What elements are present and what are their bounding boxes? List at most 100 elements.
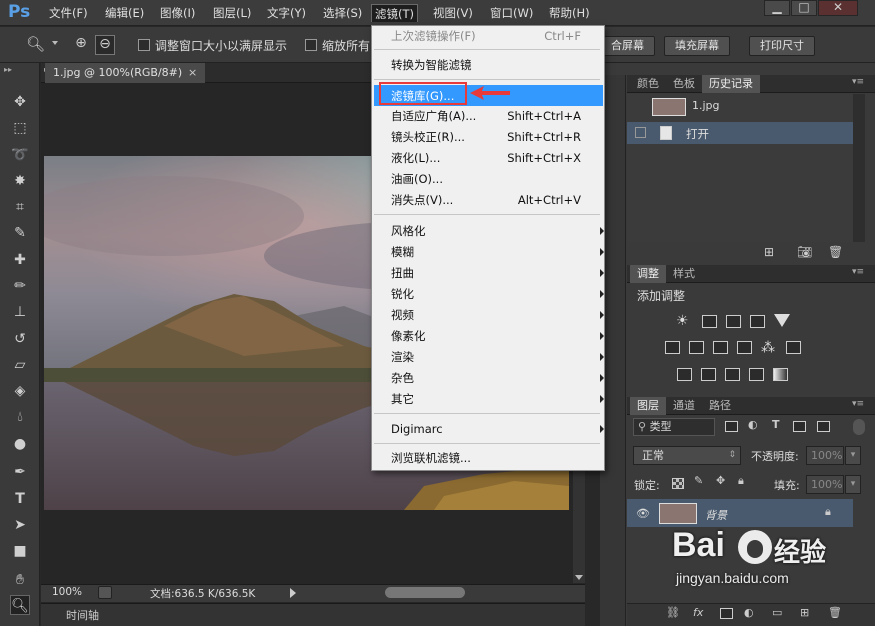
- history-scrollbar[interactable]: [853, 94, 865, 242]
- magic-wand-tool-icon[interactable]: ✸: [10, 171, 30, 191]
- maximize-button[interactable]: □: [791, 0, 817, 16]
- dodge-tool-icon[interactable]: ●: [10, 434, 30, 454]
- lock-pixels-icon[interactable]: ✎: [694, 474, 703, 487]
- tab-color[interactable]: 颜色: [630, 75, 666, 93]
- menu-edit[interactable]: 编辑(E): [102, 4, 147, 22]
- zoom-tool-icon[interactable]: 🔍︎: [26, 35, 45, 53]
- zoom-in-icon[interactable]: ⊕: [71, 35, 91, 55]
- print-size-button[interactable]: 打印尺寸: [749, 36, 815, 56]
- zoom-out-icon[interactable]: ⊖: [95, 35, 115, 55]
- menu-item-convert-smart[interactable]: 转换为智能滤镜: [391, 55, 597, 75]
- brush-tool-icon[interactable]: ✏: [10, 276, 30, 296]
- snapshot-camera-icon[interactable]: 📷︎: [797, 245, 812, 259]
- scroll-down-arrow-icon[interactable]: [575, 575, 583, 580]
- threshold-icon[interactable]: [725, 368, 740, 381]
- menu-item-browse-online[interactable]: 浏览联机滤镜...: [391, 448, 597, 468]
- close-tab-icon[interactable]: ×: [188, 63, 197, 83]
- tab-history[interactable]: 历史记录: [702, 75, 760, 93]
- selective-color-icon[interactable]: [749, 368, 764, 381]
- submenu-distort[interactable]: 扭曲: [391, 263, 604, 283]
- menu-help[interactable]: 帮助(H): [546, 4, 593, 22]
- tab-styles[interactable]: 样式: [666, 265, 702, 283]
- blend-mode-select[interactable]: 正常 ⇕: [633, 446, 741, 465]
- tab-channels[interactable]: 通道: [666, 397, 702, 415]
- posterize-icon[interactable]: [701, 368, 716, 381]
- layer-filter-select[interactable]: ⚲ 类型: [633, 418, 715, 436]
- type-tool-icon[interactable]: T: [10, 489, 30, 509]
- path-selection-tool-icon[interactable]: ➤: [10, 515, 30, 535]
- horizontal-scroll-thumb[interactable]: [385, 587, 465, 598]
- fill-input[interactable]: 100%: [806, 475, 844, 494]
- menu-filter[interactable]: 滤镜(T): [371, 4, 418, 22]
- submenu-digimarc[interactable]: Digimarc: [391, 419, 604, 439]
- menu-view[interactable]: 视图(V): [430, 4, 476, 22]
- submenu-pixelate[interactable]: 像素化: [391, 326, 604, 346]
- layer-thumbnail[interactable]: [659, 503, 697, 524]
- submenu-noise[interactable]: 杂色: [391, 368, 604, 388]
- timeline-tab[interactable]: 时间轴: [66, 607, 99, 623]
- opacity-input[interactable]: 100%: [806, 446, 844, 465]
- menu-item-liquify[interactable]: 液化(L)... Shift+Ctrl+X: [391, 148, 597, 168]
- panel-menu-icon[interactable]: ▾≡: [852, 77, 864, 87]
- lock-all-icon[interactable]: 🔒︎: [738, 474, 744, 488]
- pen-tool-icon[interactable]: ✒: [10, 462, 30, 482]
- menu-image[interactable]: 图像(I): [157, 4, 198, 22]
- move-tool-icon[interactable]: ✥: [10, 92, 30, 112]
- tab-swatches[interactable]: 色板: [666, 75, 702, 93]
- filter-toggle[interactable]: [853, 419, 865, 435]
- eraser-tool-icon[interactable]: ▱: [10, 355, 30, 375]
- tab-layers[interactable]: 图层: [630, 397, 666, 415]
- brightness-icon[interactable]: ☀: [676, 313, 689, 329]
- close-window-button[interactable]: ✕: [818, 0, 858, 16]
- history-step-checkbox[interactable]: [635, 127, 646, 138]
- menu-type[interactable]: 文字(Y): [264, 4, 309, 22]
- menu-item-oil-paint[interactable]: 油画(O)...: [391, 169, 597, 189]
- submenu-blur[interactable]: 模糊: [391, 242, 604, 262]
- vibrance-icon[interactable]: [774, 314, 790, 327]
- filter-shape-icon[interactable]: [793, 421, 806, 432]
- snapshot-thumbnail[interactable]: [652, 98, 686, 116]
- healing-brush-tool-icon[interactable]: ✚: [10, 250, 30, 270]
- submenu-other[interactable]: 其它: [391, 389, 604, 409]
- filter-pixel-icon[interactable]: [725, 421, 738, 432]
- lock-position-icon[interactable]: ✥: [716, 474, 725, 487]
- history-brush-tool-icon[interactable]: ↺: [10, 329, 30, 349]
- menu-item-adaptive-wide-angle[interactable]: 自适应广角(A)... Shift+Ctrl+A: [391, 106, 597, 126]
- clone-stamp-tool-icon[interactable]: ⊥: [10, 302, 30, 322]
- submenu-sharpen[interactable]: 锐化: [391, 284, 604, 304]
- rectangle-tool-icon[interactable]: ■: [10, 541, 30, 561]
- menu-item-lens-correction[interactable]: 镜头校正(R)... Shift+Ctrl+R: [391, 127, 597, 147]
- paint-bucket-tool-icon[interactable]: ◈: [10, 381, 30, 401]
- submenu-video[interactable]: 视频: [391, 305, 604, 325]
- status-info-icon[interactable]: [98, 586, 112, 599]
- invert-icon[interactable]: [677, 368, 692, 381]
- status-menu-arrow-icon[interactable]: [290, 588, 296, 598]
- blur-tool-icon[interactable]: 💧︎: [10, 407, 30, 427]
- new-document-from-state-icon[interactable]: ⊞: [764, 245, 774, 259]
- black-white-icon[interactable]: [713, 341, 728, 354]
- fit-screen-button[interactable]: 合屏幕: [600, 36, 655, 56]
- color-balance-icon[interactable]: [689, 341, 704, 354]
- menu-item-vanishing-point[interactable]: 消失点(V)... Alt+Ctrl+V: [391, 190, 597, 210]
- menu-file[interactable]: 文件(F): [46, 4, 91, 22]
- layer-visibility-eye-icon[interactable]: 👁︎: [636, 507, 650, 520]
- menu-layer[interactable]: 图层(L): [210, 4, 254, 22]
- color-lookup-icon[interactable]: [786, 341, 801, 354]
- delete-state-icon[interactable]: 🗑︎: [828, 245, 843, 259]
- minimize-button[interactable]: ▁: [764, 0, 790, 16]
- tab-paths[interactable]: 路径: [702, 397, 738, 415]
- document-tab[interactable]: 1.jpg @ 100%(RGB/8#) ×: [45, 63, 205, 83]
- zoom-tool-box-icon[interactable]: 🔍︎: [10, 595, 30, 615]
- crop-tool-icon[interactable]: ⌗: [10, 197, 30, 217]
- filter-adjustment-icon[interactable]: ◐: [748, 418, 758, 431]
- collapse-arrows-icon[interactable]: ▸▸: [4, 65, 12, 74]
- hand-tool-icon[interactable]: ✋︎: [10, 570, 30, 590]
- opacity-chevron-icon[interactable]: ▾: [845, 446, 861, 465]
- channel-mixer-icon[interactable]: ⁂: [761, 340, 775, 356]
- menu-window[interactable]: 窗口(W): [487, 4, 536, 22]
- fill-screen-button[interactable]: 填充屏幕: [664, 36, 730, 56]
- hue-saturation-icon[interactable]: [665, 341, 680, 354]
- layers-panel-menu-icon[interactable]: ▾≡: [852, 399, 864, 409]
- submenu-stylize[interactable]: 风格化: [391, 221, 604, 241]
- adjust-panel-menu-icon[interactable]: ▾≡: [852, 267, 864, 277]
